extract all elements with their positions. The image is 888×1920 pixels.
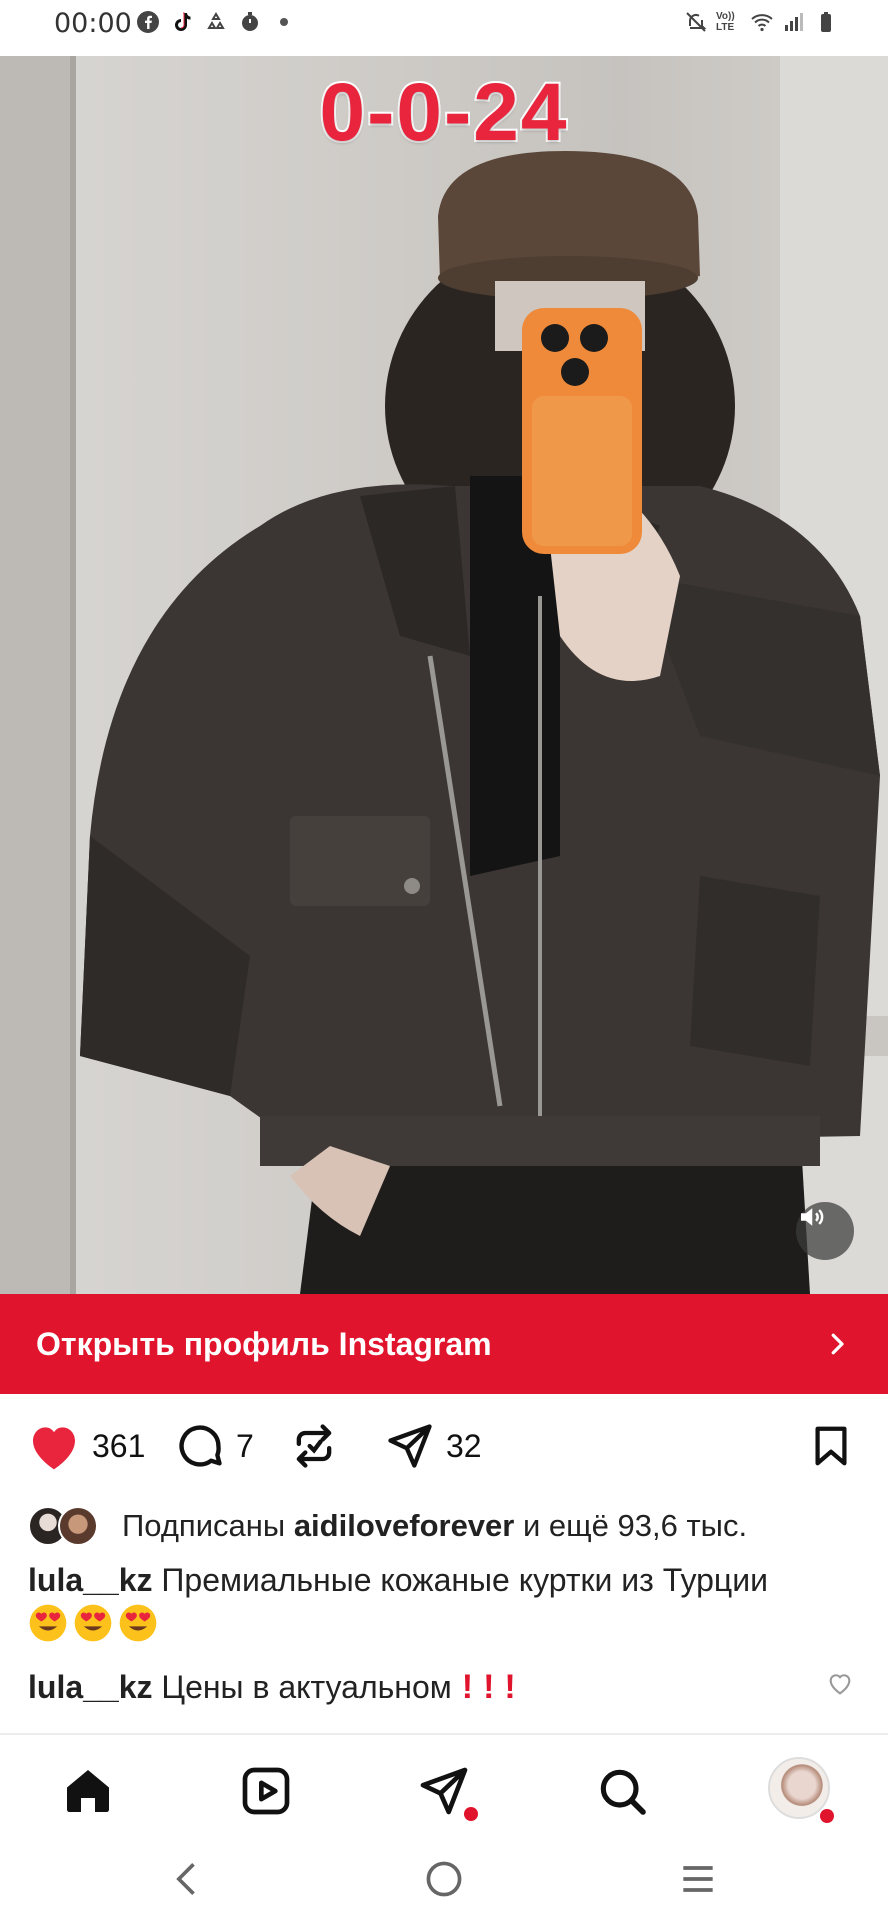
comment-like-button[interactable] bbox=[826, 1670, 854, 1703]
post-photo bbox=[0, 56, 888, 1294]
overlay-code-text: 0-0-24 bbox=[317, 65, 569, 160]
comment-icon bbox=[179, 1425, 222, 1467]
caption-text: Премиальные кожаные куртки из Турции bbox=[161, 1562, 768, 1598]
exclamation-emoji-icon: ! bbox=[483, 1668, 495, 1706]
comment-button[interactable]: 7 bbox=[174, 1420, 254, 1472]
chevron-right-icon bbox=[831, 1333, 844, 1355]
reels-icon bbox=[242, 1767, 290, 1815]
mute-icon bbox=[686, 12, 707, 32]
exclamation-emoji-icon: ! bbox=[504, 1668, 516, 1706]
heart-filled-icon bbox=[33, 1427, 75, 1470]
cta-label: Открыть профиль Instagram bbox=[36, 1325, 492, 1362]
tiktok-icon bbox=[175, 12, 191, 31]
caption-username[interactable]: lula__kz bbox=[28, 1562, 153, 1598]
home-circle-icon bbox=[426, 1861, 462, 1897]
profile-avatar bbox=[768, 1757, 830, 1819]
liked-by-suffix: и ещё 93,6 тыс. bbox=[522, 1508, 748, 1543]
open-instagram-profile-button[interactable]: Открыть профиль Instagram bbox=[0, 1294, 888, 1394]
liked-by-text: Подписаны aidiloveforever и ещё 93,6 тыс… bbox=[122, 1508, 747, 1544]
status-notification-icons bbox=[136, 10, 296, 34]
battery-icon bbox=[821, 12, 831, 32]
comment-text: Цены в актуальном bbox=[161, 1669, 452, 1705]
comment-count: 7 bbox=[236, 1427, 254, 1464]
liked-by-prefix: Подписаны bbox=[122, 1508, 286, 1543]
exclamation-emoji-icon: ! bbox=[461, 1668, 474, 1706]
nav-profile[interactable] bbox=[768, 1757, 834, 1823]
search-icon bbox=[600, 1769, 646, 1815]
status-time: 00:00 bbox=[54, 8, 132, 39]
recents-icon bbox=[683, 1866, 713, 1892]
timer-icon bbox=[242, 12, 258, 31]
post-actions: 361 7 32 bbox=[0, 1410, 888, 1480]
back-icon bbox=[176, 1863, 195, 1895]
system-nav-bar bbox=[0, 1845, 888, 1920]
recycle-icon bbox=[207, 12, 225, 29]
nav-direct[interactable] bbox=[416, 1763, 478, 1824]
post-media[interactable]: 0-0-24 bbox=[0, 56, 888, 1294]
nav-search[interactable] bbox=[594, 1763, 650, 1824]
post-caption[interactable]: lula__kz Премиальные кожаные куртки из Т… bbox=[28, 1558, 848, 1646]
share-button[interactable]: 32 bbox=[384, 1420, 482, 1472]
like-button[interactable]: 361 bbox=[26, 1420, 145, 1472]
avatar bbox=[58, 1506, 98, 1546]
heart-outline-icon bbox=[829, 1674, 851, 1695]
notification-dot bbox=[464, 1807, 478, 1821]
facebook-icon bbox=[137, 11, 159, 33]
repost-icon bbox=[296, 1424, 332, 1468]
system-home-button[interactable] bbox=[422, 1857, 466, 1906]
heart-eyes-emojis bbox=[28, 1604, 163, 1642]
bottom-nav bbox=[0, 1735, 888, 1845]
heart-eyes-emoji-icon bbox=[29, 1604, 67, 1642]
liked-by-row[interactable]: Подписаны aidiloveforever и ещё 93,6 тыс… bbox=[28, 1502, 860, 1550]
home-icon bbox=[67, 1770, 109, 1812]
notification-dot bbox=[820, 1809, 834, 1823]
comment-username[interactable]: lula__kz bbox=[28, 1669, 153, 1705]
nav-home[interactable] bbox=[60, 1763, 116, 1824]
share-send-icon bbox=[388, 1424, 432, 1468]
liked-by-user[interactable]: aidiloveforever bbox=[294, 1508, 515, 1543]
mute-toggle-button[interactable] bbox=[796, 1202, 854, 1260]
dot-icon bbox=[280, 18, 288, 26]
follower-avatars bbox=[28, 1504, 108, 1548]
heart-eyes-emoji-icon bbox=[74, 1604, 112, 1642]
save-button[interactable] bbox=[808, 1422, 854, 1475]
repost-button[interactable] bbox=[288, 1420, 340, 1472]
signal-icon bbox=[785, 13, 803, 31]
status-system-icons: Vo)) LTE bbox=[684, 10, 838, 34]
status-bar: 00:00 Vo)) LTE bbox=[0, 0, 888, 56]
volte-icon: Vo)) LTE bbox=[716, 11, 735, 33]
system-back-button[interactable] bbox=[166, 1857, 210, 1906]
top-comment[interactable]: lula__kz Цены в актуальном!!! bbox=[28, 1665, 808, 1709]
heart-eyes-emoji-icon bbox=[119, 1604, 157, 1642]
speaker-icon bbox=[801, 1208, 824, 1226]
share-count: 32 bbox=[446, 1427, 482, 1464]
system-recents-button[interactable] bbox=[676, 1857, 720, 1906]
nav-reels[interactable] bbox=[238, 1763, 294, 1824]
wifi-icon bbox=[751, 14, 773, 32]
bookmark-icon bbox=[815, 1426, 847, 1466]
like-count: 361 bbox=[92, 1427, 146, 1464]
